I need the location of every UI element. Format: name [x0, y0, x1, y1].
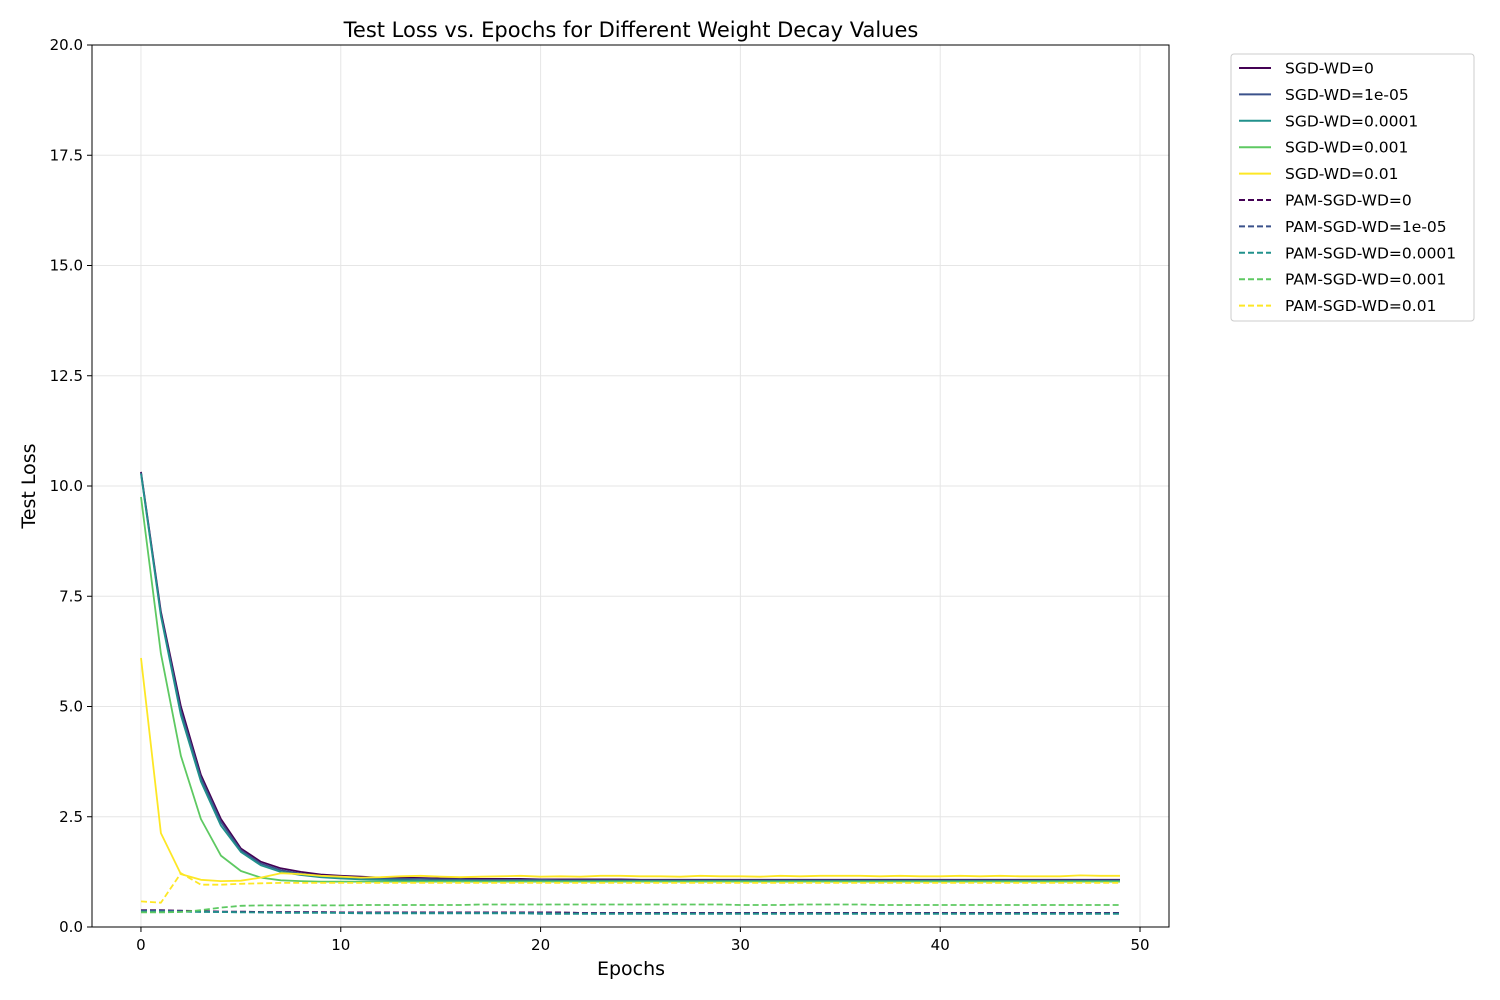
- series-line-sgd-wd-0-01: [140, 657, 1120, 882]
- series-line-sgd-wd-0: [140, 471, 1120, 881]
- y-tick-label: 10.0: [50, 477, 83, 495]
- legend-label: SGD-WD=1e-05: [1285, 86, 1409, 104]
- series-line-sgd-wd-0-0001: [140, 473, 1120, 882]
- legend-label: PAM-SGD-WD=0.01: [1285, 297, 1436, 315]
- y-axis-label: Test Loss: [18, 443, 40, 529]
- series-line-sgd-wd-0-001: [140, 496, 1120, 883]
- x-tick-label: 30: [731, 936, 750, 954]
- y-tick-label: 20.0: [50, 36, 83, 54]
- y-axis: 0.0 2.5 5.0 7.5 10.0 12.5 15.0 17.5 20.0: [50, 36, 92, 936]
- y-tick-label: 12.5: [50, 367, 83, 385]
- x-tick-label: 10: [331, 936, 350, 954]
- x-axis-label: Epochs: [597, 958, 665, 980]
- legend-label: PAM-SGD-WD=0.001: [1285, 271, 1446, 289]
- legend-label: PAM-SGD-WD=0.0001: [1285, 244, 1456, 262]
- series-line-pam-sgd-wd-0-01: [140, 872, 1120, 904]
- grid: [92, 44, 1169, 928]
- x-axis: 0 10 20 30 40 50: [136, 927, 1150, 954]
- legend-label: SGD-WD=0: [1285, 60, 1374, 78]
- y-tick-label: 0.0: [59, 918, 83, 936]
- y-tick-label: 2.5: [59, 808, 83, 826]
- x-tick-label: 0: [136, 936, 146, 954]
- legend-label: SGD-WD=0.01: [1285, 165, 1399, 183]
- chart-title: Test Loss vs. Epochs for Different Weigh…: [343, 18, 919, 42]
- y-tick-label: 17.5: [50, 146, 83, 164]
- legend-label: PAM-SGD-WD=0: [1285, 192, 1412, 210]
- legend-label: SGD-WD=0.001: [1285, 139, 1408, 157]
- x-tick-label: 40: [931, 936, 950, 954]
- y-tick-label: 7.5: [59, 587, 83, 605]
- y-tick-label: 15.0: [50, 257, 83, 275]
- x-tick-label: 50: [1130, 936, 1149, 954]
- x-tick-label: 20: [531, 936, 550, 954]
- series-layer: [140, 471, 1120, 915]
- series-line-sgd-wd-1e-05: [140, 472, 1120, 882]
- legend-label: SGD-WD=0.0001: [1285, 112, 1418, 130]
- chart-canvas: Test Loss vs. Epochs for Different Weigh…: [18, 18, 1475, 980]
- legend: SGD-WD=0 SGD-WD=1e-05 SGD-WD=0.0001 SGD-WD=…: [1230, 53, 1475, 322]
- legend-label: PAM-SGD-WD=1e-05: [1285, 218, 1447, 236]
- y-tick-label: 5.0: [59, 698, 83, 716]
